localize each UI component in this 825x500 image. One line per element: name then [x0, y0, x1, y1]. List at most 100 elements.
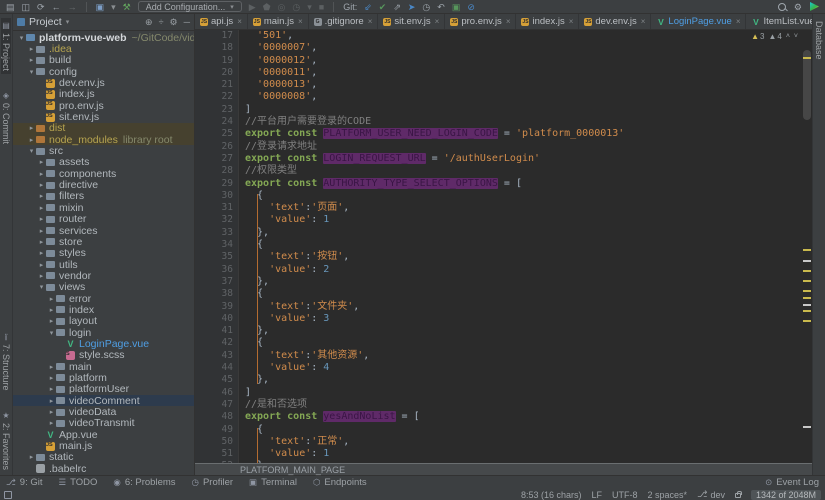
tree-item-videocomment[interactable]: ▸videoComment [13, 395, 194, 406]
tab-close-icon[interactable]: × [298, 17, 303, 26]
tree-item-platform[interactable]: ▸platform [13, 372, 194, 383]
tree-item-index[interactable]: ▸index [13, 304, 194, 315]
tab-close-icon[interactable]: × [736, 17, 741, 26]
tool-window-button-6-problems[interactable]: ◉6: Problems [113, 477, 175, 488]
dnd-icon[interactable]: ⊘ [467, 2, 475, 12]
git-update-icon[interactable]: ⇙ [364, 2, 372, 12]
status-item[interactable]: 8:53 (16 chars) [521, 490, 582, 500]
history-icon[interactable]: ◷ [422, 2, 430, 12]
editor-tab-index-js[interactable]: JSindex.js× [516, 14, 579, 29]
tree-item-dist[interactable]: ▸dist [13, 123, 194, 134]
code-editor[interactable]: 17 '501',18 '0000007',19 '0000012',20 '0… [195, 30, 812, 463]
build-hammer-icon[interactable]: ⚒ [123, 2, 131, 12]
lock-icon[interactable] [735, 493, 741, 498]
status-item[interactable]: 2 spaces* [648, 490, 688, 500]
settings-gear-icon[interactable]: ⚙ [794, 2, 802, 12]
next-warning-icon[interactable]: ˅ [794, 31, 798, 43]
tree-item-app-vue[interactable]: VApp.vue [13, 429, 194, 440]
chevron-right-icon[interactable]: ▸ [37, 170, 46, 178]
chevron-right-icon[interactable]: ▸ [47, 419, 56, 427]
editor-tab-loginpage-vue[interactable]: VLoginPage.vue× [651, 14, 746, 29]
chevron-right-icon[interactable]: ▸ [47, 374, 56, 382]
tree-item-utils[interactable]: ▸utils [13, 259, 194, 270]
coverage-icon[interactable]: ◎ [278, 2, 286, 12]
open-project-icon[interactable]: ▤ [6, 2, 15, 12]
tab-close-icon[interactable]: × [506, 17, 511, 26]
tree-item-views[interactable]: ▾views [13, 282, 194, 293]
tool-window-button-0-commit[interactable]: ◈0: Commit [1, 88, 11, 147]
git-cherry-icon[interactable]: ➤ [408, 2, 416, 12]
tab-close-icon[interactable]: × [569, 17, 574, 26]
tree-item-index-js[interactable]: JSindex.js [13, 89, 194, 100]
profile-icon[interactable]: ◷ [292, 2, 300, 12]
tree-item-videodata[interactable]: ▸videoData [13, 406, 194, 417]
run-icon[interactable]: ▶ [249, 2, 256, 12]
tab-close-icon[interactable]: × [641, 17, 646, 26]
chevron-right-icon[interactable]: ▸ [47, 408, 56, 416]
chevron-right-icon[interactable]: ▸ [27, 56, 36, 64]
chevron-right-icon[interactable]: ▸ [37, 215, 46, 223]
tree-item-router[interactable]: ▸router [13, 214, 194, 225]
tree-item-assets[interactable]: ▸assets [13, 157, 194, 168]
back-icon[interactable]: ← [52, 2, 61, 12]
tree-item-main-js[interactable]: JSmain.js [13, 440, 194, 451]
chevron-right-icon[interactable]: ▸ [27, 453, 36, 461]
project-tree[interactable]: ▾platform-vue-web~/GitCode/video-platf▸.… [13, 31, 194, 475]
tree-item-node-modules[interactable]: ▸node_moduleslibrary root [13, 134, 194, 145]
tree-item-loginpage-vue[interactable]: VLoginPage.vue [13, 338, 194, 349]
tree-item--idea[interactable]: ▸.idea [13, 43, 194, 54]
chevron-right-icon[interactable]: ▸ [47, 363, 56, 371]
tree-item-styles[interactable]: ▸styles [13, 248, 194, 259]
tree-item-config[interactable]: ▾config [13, 66, 194, 77]
tool-window-toggle-icon[interactable] [4, 491, 12, 499]
chevron-right-icon[interactable]: ▸ [27, 45, 36, 53]
weak-warnings-indicator[interactable]: ▲ 4 [768, 31, 781, 43]
sync-icon[interactable]: ⟳ [37, 2, 45, 12]
tool-window-button-endpoints[interactable]: ⬡Endpoints [313, 477, 367, 488]
chevron-right-icon[interactable]: ▸ [47, 306, 56, 314]
warnings-indicator[interactable]: ▲ 3 [751, 31, 764, 43]
git-commit-icon[interactable]: ✔ [379, 2, 387, 12]
project-header-label[interactable]: Project [29, 16, 62, 28]
tree-item-src[interactable]: ▾src [13, 145, 194, 156]
git-push-icon[interactable]: ⇗ [393, 2, 401, 12]
editor-tab-dev-env-js[interactable]: JSdev.env.js× [579, 14, 651, 29]
editor-tab-api-js[interactable]: JSapi.js× [195, 14, 248, 29]
tree-item-components[interactable]: ▸components [13, 168, 194, 179]
run-widget-icon[interactable]: ▣ [96, 2, 105, 12]
tree-item-style-scss[interactable]: Sstyle.scss [13, 350, 194, 361]
tree-item-error[interactable]: ▸error [13, 293, 194, 304]
chevron-right-icon[interactable]: ▸ [37, 227, 46, 235]
ide-logo-icon[interactable] [810, 2, 819, 11]
rollback-icon[interactable]: ↶ [437, 2, 445, 12]
editor-tab-itemlist-vue[interactable]: VItemList.vue× [746, 14, 812, 29]
caret-down-icon[interactable]: ▾ [111, 2, 116, 12]
tree-item-store[interactable]: ▸store [13, 236, 194, 247]
chevron-right-icon[interactable]: ▸ [37, 181, 46, 189]
editor-tab-pro-env-js[interactable]: JSpro.env.js× [445, 14, 516, 29]
chevron-right-icon[interactable]: ▸ [47, 317, 56, 325]
tree-item-vendor[interactable]: ▸vendor [13, 270, 194, 281]
chevron-right-icon[interactable]: ▸ [37, 272, 46, 280]
tree-item-main[interactable]: ▸main [13, 361, 194, 372]
chevron-down-icon[interactable]: ▾ [37, 283, 46, 291]
tab-close-icon[interactable]: × [435, 17, 440, 26]
chevron-right-icon[interactable]: ▸ [27, 124, 36, 132]
tool-window-button-profiler[interactable]: ◷Profiler [192, 477, 234, 488]
tool-window-button-1-project[interactable]: ▤1: Project [1, 18, 11, 74]
tree-item-videotransmit[interactable]: ▸videoTransmit [13, 418, 194, 429]
caret-down-icon[interactable]: ▾ [307, 2, 312, 12]
stop-icon[interactable]: ■ [319, 2, 324, 12]
chevron-right-icon[interactable]: ▸ [47, 397, 56, 405]
tree-item--babelrc[interactable]: .babelrc [13, 463, 194, 474]
tree-item-sit-env-js[interactable]: JSsit.env.js [13, 111, 194, 122]
tree-item-build[interactable]: ▸build [13, 55, 194, 66]
tool-window-button-7-structure[interactable]: ≔7: Structure [1, 330, 11, 394]
tree-item-platform-vue-web[interactable]: ▾platform-vue-web~/GitCode/video-platf [13, 32, 194, 43]
prev-warning-icon[interactable]: ˄ [786, 31, 790, 43]
status-item[interactable]: LF [592, 490, 603, 500]
editor-tab-sit-env-js[interactable]: JSsit.env.js× [378, 14, 445, 29]
tool-window-button-todo[interactable]: ☰TODO [59, 477, 98, 488]
memory-indicator[interactable]: 1342 of 2048M [751, 490, 821, 500]
tree-item-static[interactable]: ▸static [13, 452, 194, 463]
